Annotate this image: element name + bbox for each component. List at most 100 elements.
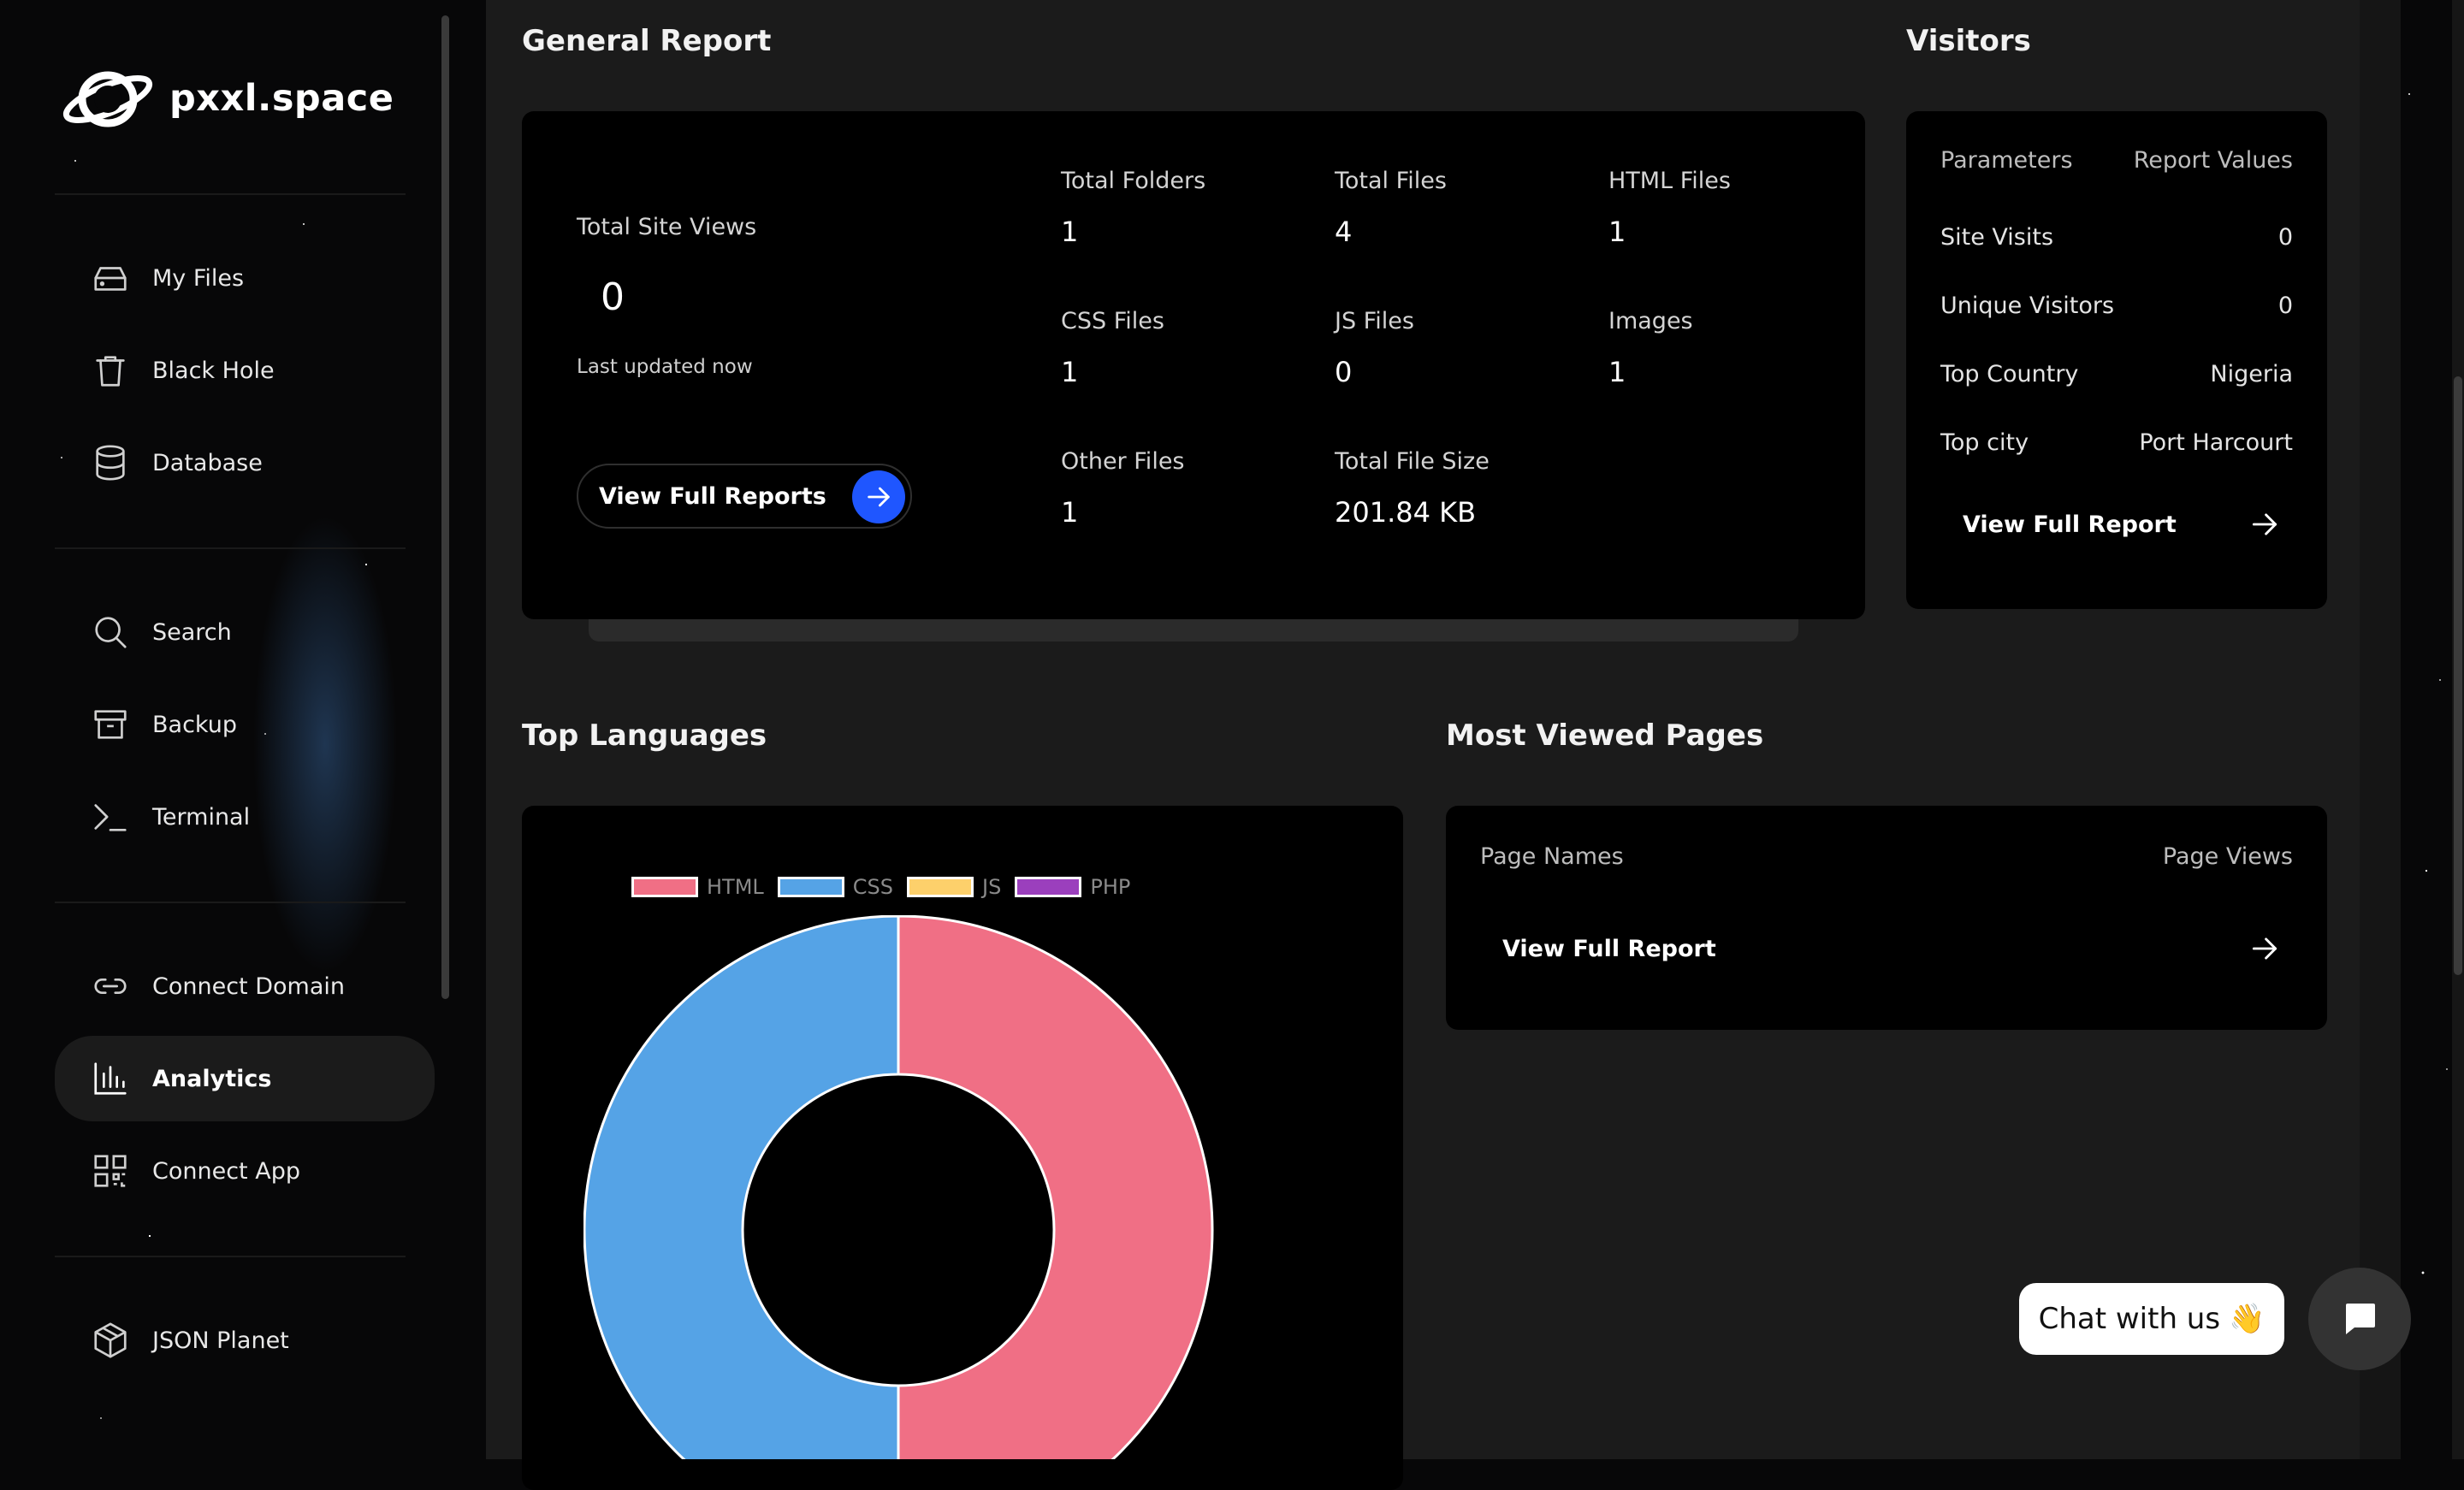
stat-value: 1 <box>1061 216 1079 248</box>
arrow-right-icon <box>852 470 905 523</box>
cube-icon <box>94 1322 127 1358</box>
waving-hand-icon: 👋 <box>2229 1302 2266 1336</box>
legend-item-js[interactable]: JS <box>907 875 1001 899</box>
legend-item-html[interactable]: HTML <box>631 875 764 899</box>
sidebar-item-label: Database <box>152 449 263 476</box>
sidebar-item-terminal[interactable]: Terminal <box>55 774 431 860</box>
qr-code-icon <box>94 1155 127 1187</box>
bar-chart-icon <box>94 1062 127 1095</box>
sidebar-item-analytics[interactable]: Analytics <box>55 1036 435 1121</box>
stat-label: Total Folders <box>1061 168 1206 194</box>
last-updated-note: Last updated now <box>577 356 753 378</box>
sidebar-item-database[interactable]: Database <box>55 420 431 506</box>
chart-legend: HTML CSS JS PHP <box>631 875 1144 899</box>
visitor-value: 0 <box>2277 224 2293 251</box>
visitors-header-right: Report Values <box>2133 147 2293 174</box>
sidebar-item-backup[interactable]: Backup <box>55 682 431 767</box>
legend-item-css[interactable]: CSS <box>777 875 894 899</box>
most-viewed-pages-card <box>1446 806 2327 1030</box>
sidebar-item-label: Search <box>152 618 232 646</box>
stat-label: Total Files <box>1335 168 1447 194</box>
page-scrollbar-thumb[interactable] <box>2454 376 2462 975</box>
sidebar-item-search[interactable]: Search <box>55 589 431 675</box>
top-languages-title: Top Languages <box>522 718 767 753</box>
legend-label: PHP <box>1090 875 1131 899</box>
sidebar-item-connect-domain[interactable]: Connect Domain <box>55 943 431 1029</box>
brand-logo[interactable]: pxxl.space <box>60 60 394 137</box>
most-viewed-pages-title: Most Viewed Pages <box>1446 718 1764 753</box>
stat-value: 1 <box>1608 356 1626 388</box>
general-report-title: General Report <box>522 24 772 58</box>
card-shadow-bar <box>589 619 1798 642</box>
planet-logo-icon <box>62 71 153 127</box>
terminal-icon <box>94 804 127 831</box>
pages-view-full-report-link[interactable]: View Full Report <box>1502 932 2281 965</box>
page-names-header: Page Names <box>1480 843 1624 870</box>
visitor-param: Unique Visitors <box>1940 293 2115 319</box>
legend-label: HTML <box>707 875 764 899</box>
brand-name: pxxl.space <box>169 77 394 120</box>
stat-label: Images <box>1608 308 1693 334</box>
visitor-value: Port Harcourt <box>2139 429 2293 456</box>
stat-label: CSS Files <box>1061 308 1164 334</box>
stat-value: 1 <box>1061 356 1079 388</box>
visitor-param: Top Country <box>1940 361 2079 387</box>
legend-item-php[interactable]: PHP <box>1015 875 1130 899</box>
trash-icon <box>96 356 125 387</box>
legend-label: CSS <box>852 875 894 899</box>
sidebar-item-label: Analytics <box>152 1065 272 1092</box>
chat-launcher-button[interactable] <box>2308 1268 2411 1370</box>
database-icon <box>96 445 125 481</box>
legend-swatch <box>631 877 698 897</box>
visitor-param: Site Visits <box>1940 224 2054 251</box>
view-full-report-label: View Full Report <box>1502 935 1716 962</box>
total-site-views-label: Total Site Views <box>577 214 757 240</box>
sidebar-item-black-hole[interactable]: Black Hole <box>55 328 431 413</box>
visitor-value: Nigeria <box>2210 361 2293 387</box>
sidebar-item-label: JSON Planet <box>152 1327 289 1354</box>
sidebar-item-label: Terminal <box>152 803 251 831</box>
sidebar-item-label: Connect Domain <box>152 973 345 1000</box>
sidebar-item-label: Backup <box>152 711 237 738</box>
visitors-title: Visitors <box>1906 24 2031 58</box>
view-full-reports-label: View Full Reports <box>599 482 826 510</box>
stat-label: Other Files <box>1061 448 1185 475</box>
visitors-header-left: Parameters <box>1940 147 2073 174</box>
visitors-view-full-report-link[interactable]: View Full Report <box>1963 508 2281 541</box>
view-full-reports-button[interactable]: View Full Reports <box>577 464 912 529</box>
main-scroll-track <box>2360 0 2401 1459</box>
stat-label: HTML Files <box>1608 168 1731 194</box>
stat-label: JS Files <box>1335 308 1414 334</box>
chat-with-us-bubble[interactable]: Chat with us 👋 <box>2019 1283 2284 1355</box>
stat-value: 4 <box>1335 216 1353 248</box>
legend-swatch <box>777 877 844 897</box>
visitor-param: Top city <box>1940 429 2029 456</box>
languages-donut-chart <box>583 915 1214 1459</box>
sidebar-divider <box>55 193 406 195</box>
stat-value: 0 <box>1335 356 1353 388</box>
stat-value: 1 <box>1608 216 1626 248</box>
arrow-right-icon <box>2252 937 2277 960</box>
view-full-report-label: View Full Report <box>1963 511 2177 538</box>
sidebar-divider <box>55 1256 406 1257</box>
visitor-value: 0 <box>2277 293 2293 319</box>
donut-slice-html[interactable] <box>897 915 1214 1459</box>
search-icon <box>95 617 127 648</box>
stat-label: Total File Size <box>1335 448 1490 475</box>
sidebar-item-json-planet[interactable]: JSON Planet <box>55 1298 431 1383</box>
chat-icon <box>2346 1304 2375 1334</box>
sidebar-divider <box>55 547 406 549</box>
archive-icon <box>94 710 127 739</box>
legend-swatch <box>1015 877 1082 897</box>
sidebar-divider <box>55 902 406 903</box>
sidebar-item-my-files[interactable]: My Files <box>55 235 431 321</box>
sidebar-item-label: Connect App <box>152 1157 300 1185</box>
total-site-views-value: 0 <box>601 275 625 319</box>
legend-swatch <box>907 877 974 897</box>
sidebar-item-label: My Files <box>152 264 245 292</box>
legend-label: JS <box>982 875 1002 899</box>
chat-label: Chat with us <box>2038 1302 2221 1336</box>
donut-slice-css[interactable] <box>583 915 900 1459</box>
sidebar-item-connect-app[interactable]: Connect App <box>55 1128 431 1214</box>
sidebar-scrollbar[interactable] <box>441 15 449 999</box>
